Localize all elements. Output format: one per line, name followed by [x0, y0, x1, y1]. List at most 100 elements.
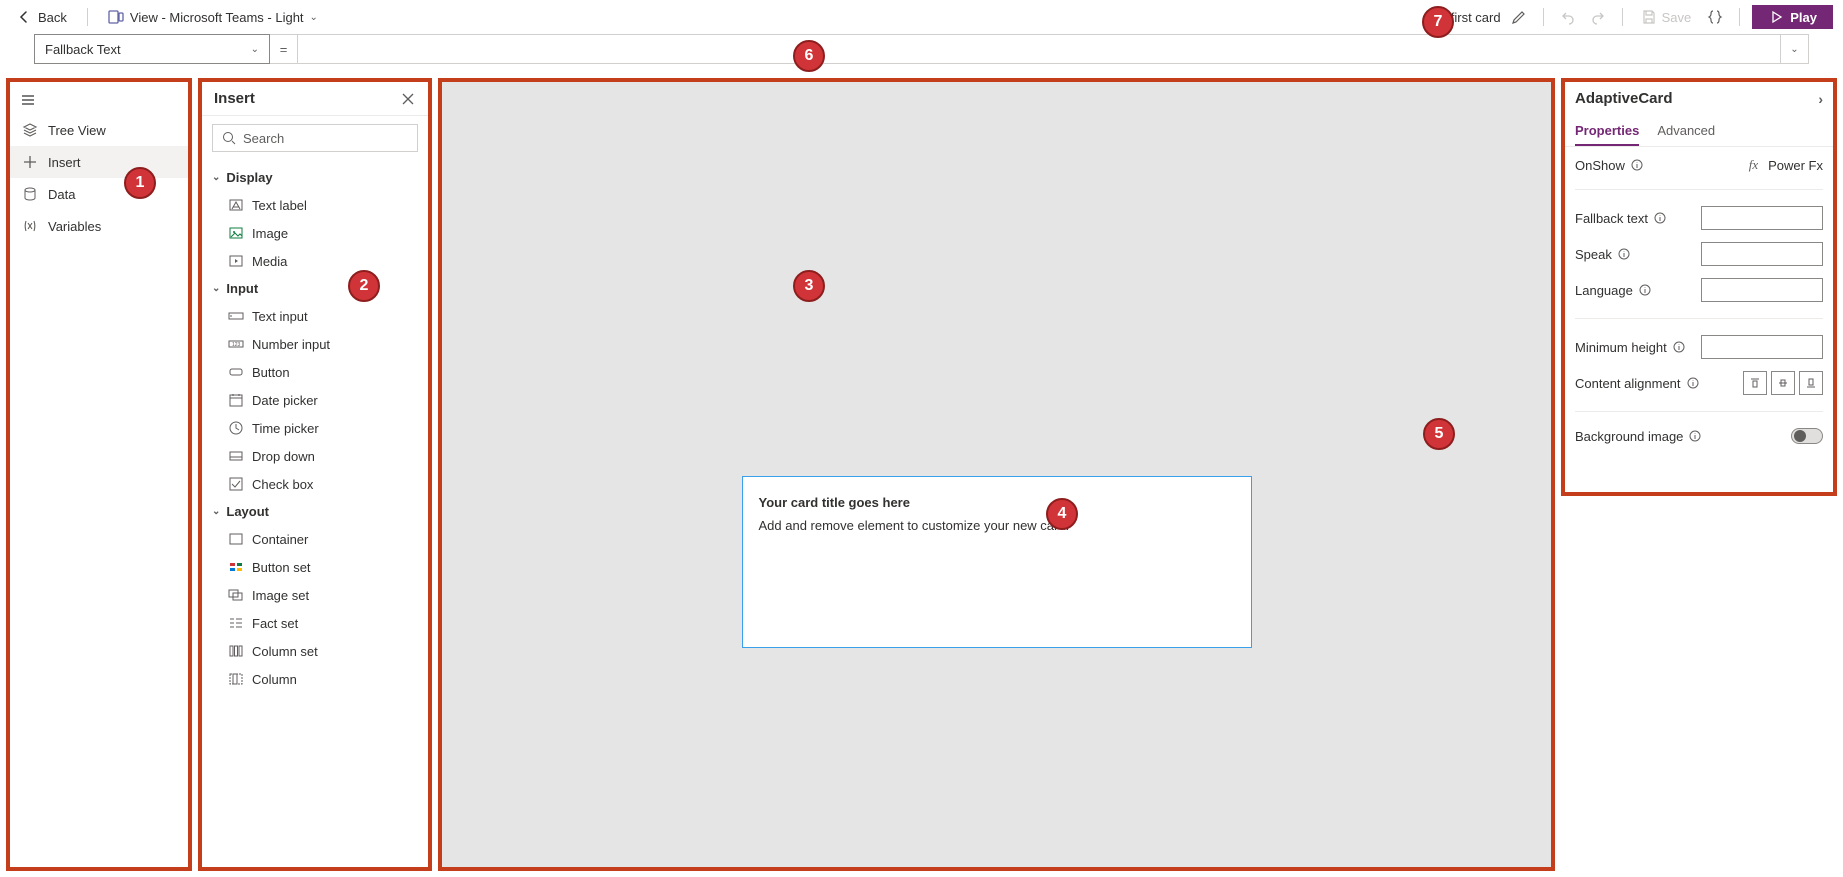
item-fact-set[interactable]: Fact set — [206, 609, 424, 637]
info-icon — [1631, 159, 1643, 171]
group-display[interactable]: ⌄Display — [206, 164, 424, 191]
save-button[interactable]: Save — [1635, 9, 1698, 25]
undo-icon — [1560, 9, 1576, 25]
edit-name-button[interactable] — [1507, 5, 1531, 29]
min-height-input[interactable] — [1701, 335, 1823, 359]
canvas[interactable]: Your card title goes here Add and remove… — [438, 78, 1555, 871]
item-column[interactable]: Column — [206, 665, 424, 693]
divider — [1575, 411, 1823, 412]
item-label: Image — [252, 226, 288, 241]
chevron-right-icon[interactable]: › — [1818, 91, 1823, 107]
powerfx-label[interactable]: Power Fx — [1768, 158, 1823, 173]
undo-button[interactable] — [1556, 5, 1580, 29]
item-time-picker[interactable]: Time picker — [206, 414, 424, 442]
prop-label: Minimum height — [1575, 340, 1667, 355]
annotation-badge-5: 5 — [1423, 418, 1455, 450]
button-icon — [228, 364, 244, 380]
code-button[interactable] — [1703, 5, 1727, 29]
item-label: Drop down — [252, 449, 315, 464]
column-icon — [228, 671, 244, 687]
item-image-set[interactable]: Image set — [206, 581, 424, 609]
info-icon — [1618, 248, 1630, 260]
divider — [1575, 318, 1823, 319]
properties-header: AdaptiveCard › — [1565, 82, 1833, 115]
formula-expand-button[interactable]: ⌄ — [1781, 34, 1809, 64]
nav-item-label: Insert — [48, 155, 81, 170]
group-layout[interactable]: ⌄Layout — [206, 498, 424, 525]
prop-background-image: Background image — [1575, 428, 1823, 444]
item-check-box[interactable]: Check box — [206, 470, 424, 498]
view-dropdown[interactable]: View - Microsoft Teams - Light ⌄ — [102, 6, 324, 28]
speak-input[interactable] — [1701, 242, 1823, 266]
nav-item-label: Variables — [48, 219, 101, 234]
card-preview[interactable]: Your card title goes here Add and remove… — [742, 476, 1252, 648]
arrow-left-icon — [16, 9, 32, 25]
item-text-label[interactable]: Text label — [206, 191, 424, 219]
play-button[interactable]: Play — [1752, 5, 1833, 29]
insert-title: Insert — [214, 90, 255, 107]
chevron-down-icon: ⌄ — [310, 12, 318, 23]
formula-property-dropdown[interactable]: Fallback Text ⌄ — [34, 34, 270, 64]
plus-icon — [22, 154, 38, 170]
item-button[interactable]: Button — [206, 358, 424, 386]
dropdown-icon — [228, 448, 244, 464]
item-media[interactable]: Media — [206, 247, 424, 275]
nav-tree-view[interactable]: Tree View — [10, 114, 188, 146]
prop-label: Fallback text — [1575, 211, 1648, 226]
formula-property-label: Fallback Text — [45, 42, 121, 57]
nav-insert[interactable]: Insert — [10, 146, 188, 178]
formula-input[interactable] — [298, 34, 1781, 64]
left-nav-toggle[interactable] — [10, 86, 188, 114]
back-button[interactable]: Back — [10, 6, 73, 28]
tab-properties[interactable]: Properties — [1575, 115, 1639, 146]
alignment-group — [1743, 371, 1823, 395]
fallback-text-input[interactable] — [1701, 206, 1823, 230]
redo-button[interactable] — [1586, 5, 1610, 29]
insert-search[interactable]: Search — [212, 124, 418, 152]
media-icon — [228, 253, 244, 269]
nav-data[interactable]: Data — [10, 178, 188, 210]
align-bottom-icon — [1805, 377, 1817, 389]
group-input[interactable]: ⌄Input — [206, 275, 424, 302]
card-subtitle: Add and remove element to customize your… — [759, 518, 1235, 533]
item-label: Fact set — [252, 616, 298, 631]
back-label: Back — [38, 10, 67, 25]
search-placeholder: Search — [243, 131, 284, 146]
language-input[interactable] — [1701, 278, 1823, 302]
topbar-right: My first card Save Play — [1430, 5, 1833, 29]
background-image-toggle[interactable] — [1791, 428, 1823, 444]
prop-fallback-text: Fallback text — [1575, 206, 1823, 230]
item-column-set[interactable]: Column set — [206, 637, 424, 665]
annotation-badge-7: 7 — [1422, 6, 1454, 38]
item-text-input[interactable]: Text input — [206, 302, 424, 330]
textinput-icon — [228, 308, 244, 324]
align-bottom-button[interactable] — [1799, 371, 1823, 395]
prop-label: Language — [1575, 283, 1633, 298]
card-title: Your card title goes here — [759, 495, 1235, 510]
chevron-down-icon: ⌄ — [1790, 44, 1798, 55]
close-icon[interactable] — [400, 91, 416, 107]
save-label: Save — [1662, 10, 1692, 25]
item-date-picker[interactable]: Date picker — [206, 386, 424, 414]
tab-advanced[interactable]: Advanced — [1657, 115, 1715, 146]
align-top-button[interactable] — [1743, 371, 1767, 395]
item-label: Text input — [252, 309, 308, 324]
nav-variables[interactable]: Variables — [10, 210, 188, 242]
item-button-set[interactable]: Button set — [206, 553, 424, 581]
group-label: Input — [226, 281, 258, 296]
item-number-input[interactable]: 123Number input — [206, 330, 424, 358]
item-image[interactable]: Image — [206, 219, 424, 247]
item-container[interactable]: Container — [206, 525, 424, 553]
align-middle-button[interactable] — [1771, 371, 1795, 395]
item-label: Button — [252, 365, 290, 380]
divider — [1543, 8, 1544, 26]
group-label: Display — [226, 170, 272, 185]
chevron-down-icon: ⌄ — [212, 506, 220, 517]
divider — [1739, 8, 1740, 26]
item-drop-down[interactable]: Drop down — [206, 442, 424, 470]
item-label: Text label — [252, 198, 307, 213]
braces-icon — [1707, 9, 1723, 25]
properties-tabs: Properties Advanced — [1565, 115, 1833, 147]
divider — [1622, 8, 1623, 26]
info-icon — [1639, 284, 1651, 296]
